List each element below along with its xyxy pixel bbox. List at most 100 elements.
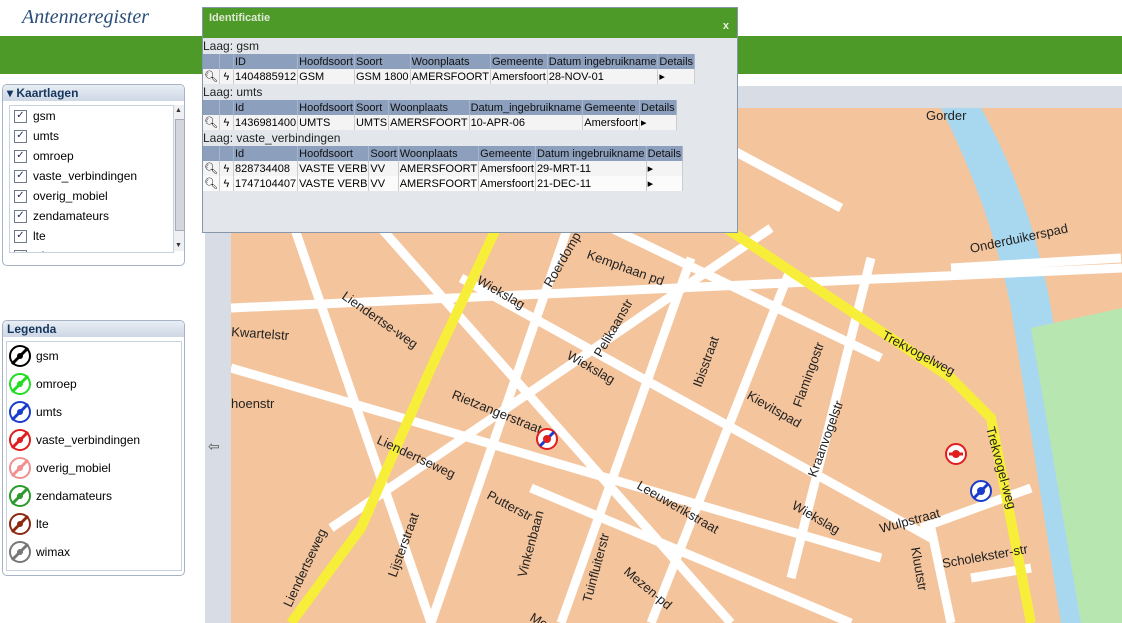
column-header[interactable]: Woonplaats <box>410 54 491 69</box>
identification-results: Laag: gsm ID Hoofdsoort Soort Woonplaats Geme… <box>203 38 737 232</box>
layer-checkbox[interactable]: ✓ <box>14 129 27 143</box>
column-header[interactable]: Woonplaats <box>388 100 470 115</box>
details-arrow-icon[interactable]: ▸ <box>646 176 684 191</box>
layer-checkbox[interactable]: ✓ <box>14 189 27 203</box>
layer-label: overig_mobiel <box>33 189 108 203</box>
collapse-arrow-icon[interactable]: ⇦ <box>208 438 220 455</box>
layer-checkbox[interactable]: ✓ <box>14 249 27 252</box>
column-header[interactable]: Soort <box>354 54 411 69</box>
layer-checkbox[interactable]: ✓ <box>14 209 27 223</box>
scroll-thumb[interactable] <box>175 119 185 231</box>
header-spacer <box>203 100 220 115</box>
collapse-triangle-icon[interactable]: ▾ <box>7 86 13 100</box>
flash-icon[interactable]: ϟ <box>219 115 234 130</box>
column-header[interactable]: Datum ingebruikname <box>535 146 647 161</box>
column-header[interactable]: Id <box>233 100 299 115</box>
antenna-symbol-icon <box>9 373 31 395</box>
column-header[interactable]: ID <box>233 54 299 69</box>
column-header[interactable]: Gemeente <box>582 100 641 115</box>
close-icon[interactable]: x <box>723 16 729 36</box>
legend-item: wimax <box>7 538 181 566</box>
legend-label: lte <box>36 517 49 531</box>
table-row[interactable]: 🔍︎ ϟ 1436981400 UMTS UMTS AMERSFOORT 10-APR-06… <box>203 115 677 130</box>
column-header[interactable]: Details <box>657 54 696 69</box>
table-row[interactable]: 🔍︎ ϟ 1404885912 GSM GSM 1800 AMERSFOORT Amersf… <box>203 69 696 84</box>
header-spacer <box>219 146 234 161</box>
result-table: ID Hoofdsoort Soort Woonplaats Gemeente Datum… <box>203 54 696 84</box>
legend-item: vaste_verbindingen <box>7 426 181 454</box>
identification-dialog: Identificatie x Laag: gsm ID Hoofdsoort Soo… <box>202 7 738 233</box>
column-header[interactable]: Id <box>233 146 299 161</box>
layer-checkbox[interactable]: ✓ <box>14 149 27 163</box>
header-spacer <box>219 54 234 69</box>
layer-item-wimax[interactable]: ✓ wimax <box>10 246 173 252</box>
layers-panel: ▾ Kaartlagen ✓ gsm ✓ umts ✓ omroep ✓ vaste_v… <box>2 84 185 266</box>
layer-item-vaste-verbindingen[interactable]: ✓ vaste_verbindingen <box>10 166 173 186</box>
legend-label: zendamateurs <box>36 489 113 503</box>
legend-panel: Legenda gsm omroep umts vaste_verbindingen o… <box>2 320 185 576</box>
column-header[interactable]: Gemeente <box>478 146 536 161</box>
scroll-up-icon[interactable]: ▲ <box>175 107 182 114</box>
layer-item-omroep[interactable]: ✓ omroep <box>10 146 173 166</box>
column-header[interactable]: Hoofdsoort <box>297 146 370 161</box>
flash-icon[interactable]: ϟ <box>219 176 234 191</box>
antenna-marker-vaste-verbindingen[interactable] <box>945 443 967 465</box>
flash-icon[interactable]: ϟ <box>219 161 234 176</box>
antenna-marker-vaste-verbindingen[interactable] <box>536 428 558 450</box>
details-arrow-icon[interactable]: ▸ <box>646 161 684 176</box>
details-arrow-icon[interactable]: ▸ <box>639 115 677 130</box>
result-table: Id Hoofdsoort Soort Woonplaats Datum_ingebru… <box>203 100 677 130</box>
layer-label: gsm <box>33 109 56 123</box>
column-header[interactable]: Woonplaats <box>398 146 480 161</box>
zoom-icon[interactable]: 🔍︎ <box>203 161 220 176</box>
scroll-down-icon[interactable]: ▼ <box>175 242 182 249</box>
header-spacer <box>203 54 220 69</box>
column-header[interactable]: Hoofdsoort <box>297 54 355 69</box>
details-arrow-icon[interactable]: ▸ <box>657 69 696 84</box>
layer-checkbox[interactable]: ✓ <box>14 169 27 183</box>
layer-item-lte[interactable]: ✓ lte <box>10 226 173 246</box>
column-header[interactable]: Soort <box>368 146 399 161</box>
table-cell: VASTE VERB <box>297 161 370 176</box>
column-header[interactable]: Hoofdsoort <box>297 100 355 115</box>
table-cell: UMTS <box>297 115 355 130</box>
street-label: hoenstr <box>231 396 275 411</box>
layer-label: vaste_verbindingen <box>33 169 138 183</box>
zoom-icon[interactable]: 🔍︎ <box>203 69 220 84</box>
identification-dialog-header[interactable]: Identificatie x <box>203 8 737 38</box>
layer-item-gsm[interactable]: ✓ gsm <box>10 106 173 126</box>
legend-label: wimax <box>36 545 71 559</box>
layer-label: omroep <box>33 149 74 163</box>
column-header[interactable]: Datum_ingebruikname <box>469 100 584 115</box>
antenna-marker-umts[interactable] <box>970 480 992 502</box>
app-title: Antenneregister <box>22 6 150 28</box>
identification-title: Identificatie <box>209 12 271 24</box>
table-cell: 10-APR-06 <box>469 115 584 130</box>
layer-item-umts[interactable]: ✓ umts <box>10 126 173 146</box>
zoom-icon[interactable]: 🔍︎ <box>203 176 220 191</box>
layer-checkbox[interactable]: ✓ <box>14 109 27 123</box>
layer-checkbox[interactable]: ✓ <box>14 229 27 243</box>
column-header[interactable]: Datum ingebruikname <box>547 54 659 69</box>
layer-item-overig-mobiel[interactable]: ✓ overig_mobiel <box>10 186 173 206</box>
table-row[interactable]: 🔍︎ ϟ 1747104407 VASTE VERB VV AMERSFOORT Amers… <box>203 176 684 191</box>
layer-list-scrollbar[interactable]: ▲ ▼ <box>173 105 185 251</box>
table-cell: 828734408 <box>233 161 299 176</box>
layer-item-zendamateurs[interactable]: ✓ zendamateurs <box>10 206 173 226</box>
table-row[interactable]: 🔍︎ ϟ 828734408 VASTE VERB VV AMERSFOORT Amersf… <box>203 161 684 176</box>
legend-label: umts <box>36 405 63 419</box>
flash-icon[interactable]: ϟ <box>219 69 234 84</box>
layer-label: umts <box>33 129 60 143</box>
antenna-symbol-icon <box>9 429 31 451</box>
table-cell: UMTS <box>354 115 390 130</box>
table-cell: AMERSFOORT <box>398 176 480 191</box>
table-cell: AMERSFOORT <box>398 161 480 176</box>
antenna-symbol-icon <box>9 345 31 367</box>
column-header[interactable]: Soort <box>354 100 390 115</box>
layers-panel-header[interactable]: ▾ Kaartlagen <box>3 85 184 101</box>
legend-item: omroep <box>7 370 181 398</box>
zoom-icon[interactable]: 🔍︎ <box>203 115 220 130</box>
column-header[interactable]: Details <box>646 146 684 161</box>
column-header[interactable]: Gemeente <box>490 54 548 69</box>
column-header[interactable]: Details <box>639 100 677 115</box>
